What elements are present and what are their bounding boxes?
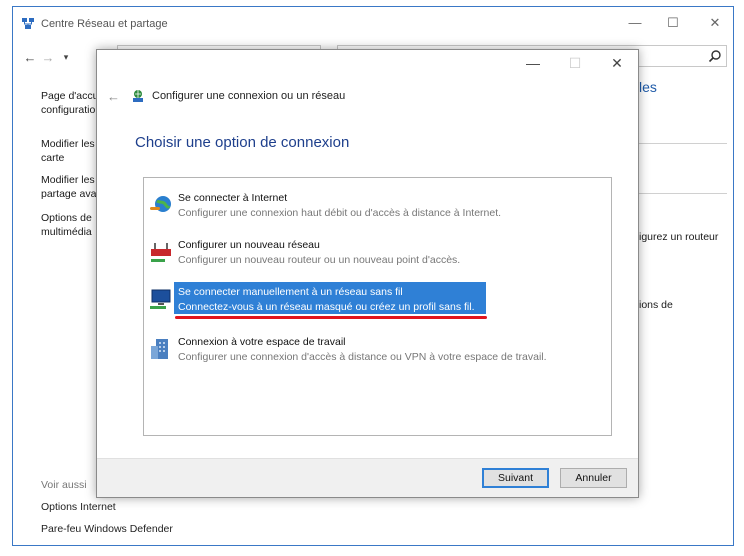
dialog-footer: Suivant Annuler — [97, 458, 638, 497]
option-description: Connectez-vous à un réseau masqué ou cré… — [178, 301, 475, 313]
router-icon — [151, 243, 171, 262]
option-connect-internet[interactable]: Se connecter à Internet Configurer une c… — [144, 186, 611, 226]
divider — [639, 143, 727, 144]
dialog-header: ← Configurer une connexion ou un réseau — [107, 86, 345, 106]
dialog-heading: Choisir une option de connexion — [135, 134, 350, 151]
link-windows-defender-firewall[interactable]: Pare-feu Windows Defender — [41, 523, 173, 535]
forward-arrow-icon[interactable]: → — [39, 50, 57, 65]
network-setup-icon — [133, 90, 143, 102]
divider — [639, 193, 727, 194]
recent-locations-icon[interactable]: ▾ — [57, 52, 75, 63]
window-title: Centre Réseau et partage — [41, 18, 168, 30]
next-button[interactable]: Suivant — [482, 468, 549, 488]
right-pane-title: les — [639, 79, 657, 95]
close-button[interactable]: ✕ — [707, 15, 723, 31]
internet-globe-icon — [150, 196, 171, 212]
option-title: Se connecter à Internet — [178, 192, 288, 204]
option-description: Configurer une connexion d'accès à dista… — [178, 351, 547, 363]
network-center-icon — [22, 18, 34, 29]
option-description: Configurer un nouveau routeur ou un nouv… — [178, 254, 461, 266]
option-workplace[interactable]: Connexion à votre espace de travail Conf… — [144, 330, 611, 370]
right-pane-text-options: ions de — [639, 299, 673, 311]
setup-connection-dialog: — ☐ ✕ ← Configurer une connexion ou un r… — [96, 49, 639, 498]
cancel-button[interactable]: Annuler — [560, 468, 627, 488]
link-internet-options[interactable]: Options Internet — [41, 501, 116, 513]
right-pane-text-router: igurez un routeur — [639, 231, 719, 243]
minimize-button[interactable]: — — [627, 15, 643, 30]
see-also-heading: Voir aussi — [41, 479, 87, 491]
connection-options-list: Se connecter à Internet Configurer une c… — [143, 177, 612, 436]
dialog-minimize-button[interactable]: — — [524, 55, 542, 71]
search-icon[interactable] — [708, 49, 722, 63]
workplace-building-icon — [151, 339, 168, 359]
option-title: Connexion à votre espace de travail — [178, 336, 346, 348]
option-title: Configurer un nouveau réseau — [178, 239, 320, 251]
dialog-maximize-button: ☐ — [568, 55, 582, 71]
wireless-network-icon — [150, 289, 171, 309]
option-new-network[interactable]: Configurer un nouveau réseau Configurer … — [144, 233, 611, 273]
back-arrow-icon[interactable]: ← — [107, 89, 120, 104]
dialog-close-button[interactable]: ✕ — [608, 55, 626, 72]
back-arrow-icon[interactable]: ← — [21, 50, 39, 65]
window-title-bar: Centre Réseau et partage — [21, 14, 168, 34]
option-manual-wireless[interactable]: Se connecter manuellement à un réseau sa… — [144, 280, 611, 320]
option-title: Se connecter manuellement à un réseau sa… — [178, 286, 403, 298]
annotation-underline — [175, 316, 487, 319]
dialog-header-title: Configurer une connexion ou un réseau — [152, 90, 346, 102]
option-description: Configurer une connexion haut débit ou d… — [178, 207, 502, 219]
maximize-button[interactable]: ☐ — [665, 15, 681, 31]
